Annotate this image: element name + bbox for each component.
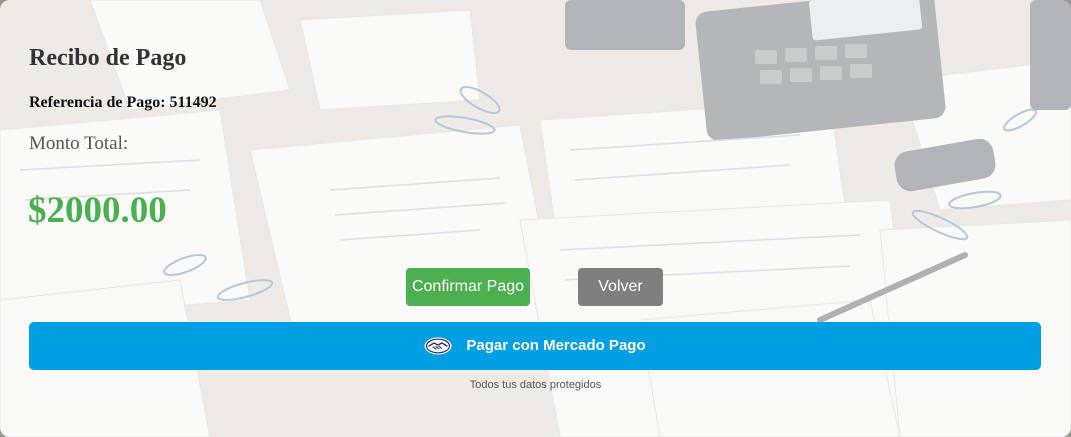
receipt-card: Recibo de Pago Referencia de Pago: 51149…	[0, 0, 1071, 437]
receipt-title: Recibo de Pago	[29, 45, 187, 71]
mercadopago-pay-button[interactable]: Pagar con Mercado Pago	[29, 322, 1041, 370]
payment-reference: Referencia de Pago: 511492	[29, 94, 217, 111]
total-amount-value: $2000.00	[28, 190, 167, 231]
confirm-payment-button[interactable]: Confirmar Pago	[406, 268, 530, 306]
handshake-icon	[424, 337, 452, 355]
receipt-content: Recibo de Pago Referencia de Pago: 51149…	[0, 0, 1071, 437]
back-button[interactable]: Volver	[578, 268, 663, 306]
mercadopago-pay-label: Pagar con Mercado Pago	[466, 337, 646, 354]
secure-data-note: Todos tus datos protegidos	[469, 379, 602, 391]
total-amount-label: Monto Total:	[29, 133, 129, 154]
